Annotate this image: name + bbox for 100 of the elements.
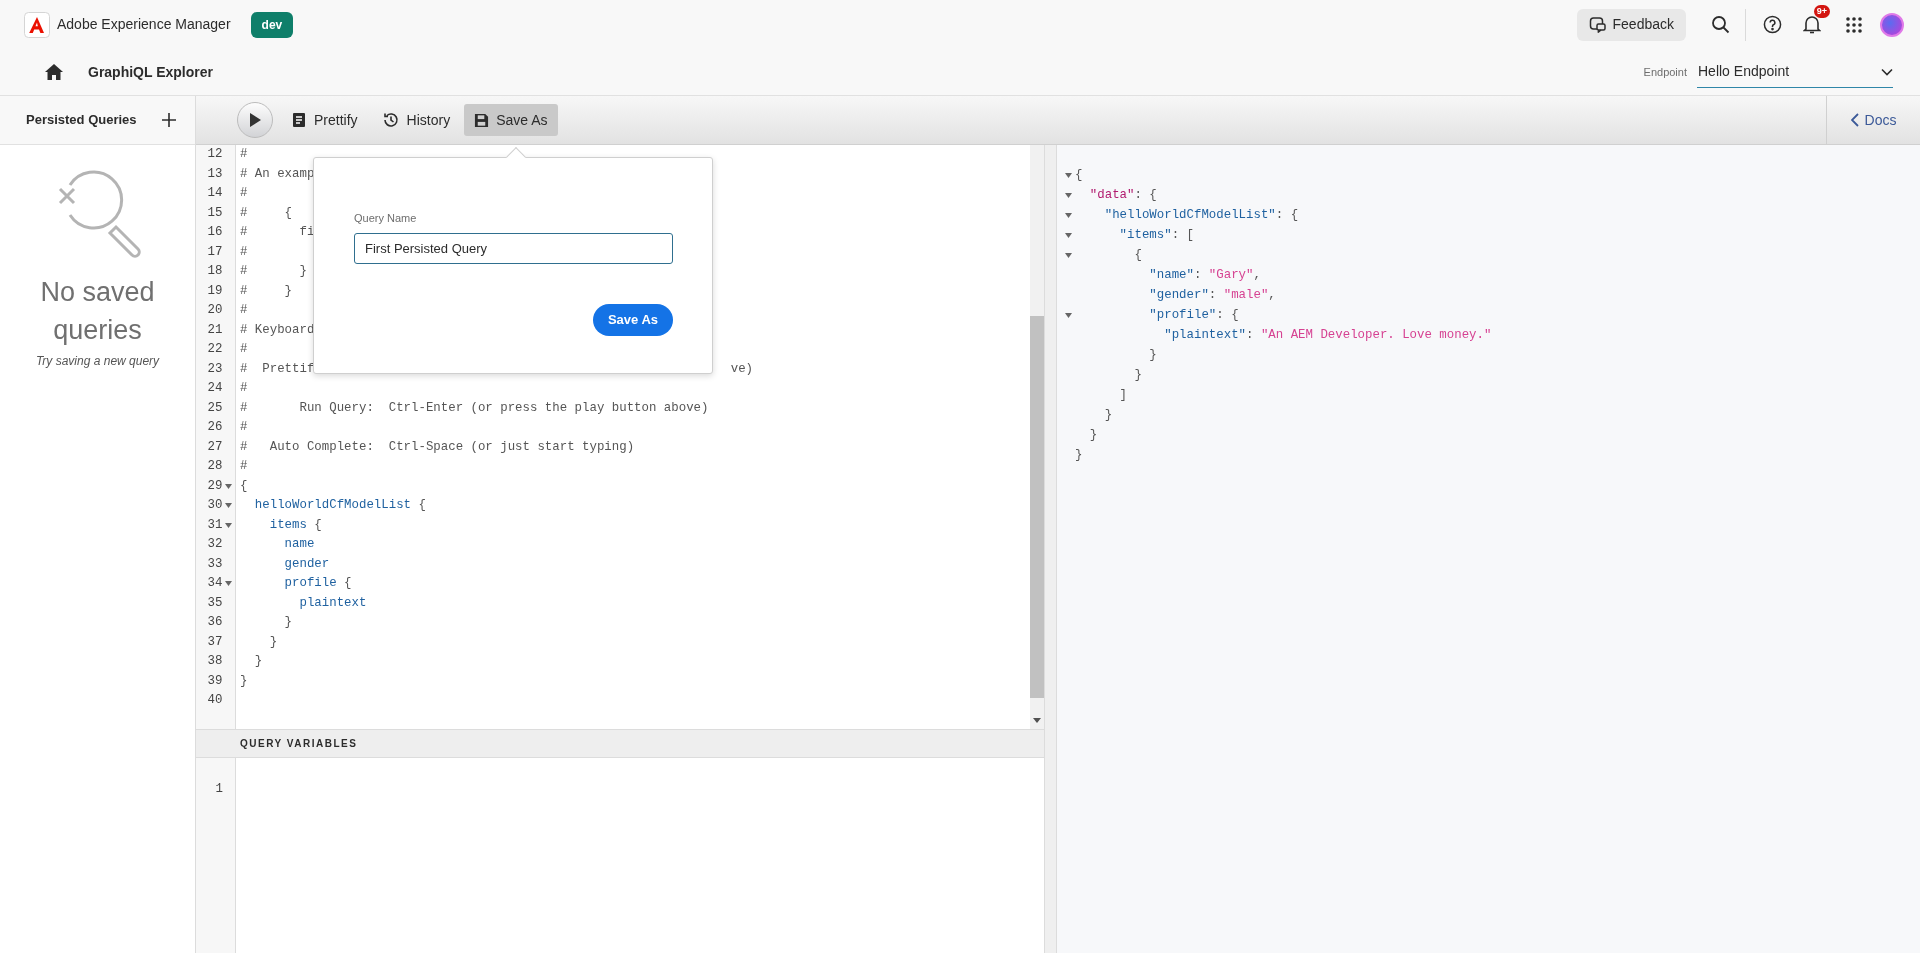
result-text: } bbox=[1075, 446, 1083, 464]
add-query-button[interactable] bbox=[159, 110, 179, 130]
line-number: 39 bbox=[206, 672, 223, 690]
result-text: "name" bbox=[1148, 266, 1194, 284]
app-logo-icon bbox=[24, 11, 50, 38]
code-text: { bbox=[417, 497, 426, 515]
line-number: 37 bbox=[206, 633, 223, 651]
variables-title: QUERY VARIABLES bbox=[240, 737, 358, 751]
line-number: 29 bbox=[206, 477, 223, 495]
save-icon bbox=[474, 112, 490, 128]
code-text: items bbox=[268, 516, 307, 534]
result-text: , bbox=[1253, 266, 1261, 284]
toolbar-button[interactable]: Prettify bbox=[281, 104, 368, 136]
code-text: # fi bbox=[240, 224, 315, 242]
code-text: helloWorldCfModelList bbox=[253, 497, 412, 515]
code-text: { bbox=[343, 575, 352, 593]
result-text: : bbox=[1194, 266, 1203, 284]
line-number: 27 bbox=[206, 438, 223, 456]
scrollbar[interactable] bbox=[1030, 145, 1044, 729]
code-text: # } bbox=[240, 263, 307, 281]
result-text: "Gary" bbox=[1208, 266, 1254, 284]
chevron-down-icon bbox=[1881, 67, 1893, 76]
line-number: 24 bbox=[206, 380, 223, 398]
line-number: 34 bbox=[206, 575, 223, 593]
fold-arrow-icon[interactable] bbox=[1064, 252, 1072, 258]
fold-arrow-icon[interactable] bbox=[1064, 232, 1072, 238]
chevron-left-icon bbox=[1850, 113, 1859, 127]
code-text: gender bbox=[283, 555, 330, 573]
line-number: 31 bbox=[206, 516, 223, 534]
line-number: 36 bbox=[206, 614, 223, 632]
toolbar-button[interactable]: Save As bbox=[464, 104, 558, 136]
endpoint-dropdown[interactable]: Hello Endpoint bbox=[1697, 56, 1893, 88]
toolbar-button[interactable]: History bbox=[371, 104, 461, 136]
code-text: # bbox=[240, 419, 248, 437]
line-number: 1 bbox=[214, 781, 223, 799]
line-number: 40 bbox=[206, 692, 223, 710]
save-as-button[interactable]: Save As bbox=[592, 303, 673, 336]
feedback-icon bbox=[1588, 15, 1607, 34]
line-number: 38 bbox=[206, 653, 223, 671]
code-text: # Keyboard bbox=[240, 321, 315, 339]
result-text: : { bbox=[1275, 206, 1299, 224]
result-text: : bbox=[1208, 286, 1218, 304]
line-number: 33 bbox=[206, 555, 223, 573]
result-text: "helloWorldCfModelList" bbox=[1103, 206, 1276, 224]
feedback-button[interactable]: Feedback bbox=[1576, 8, 1686, 41]
fold-arrow-icon[interactable] bbox=[225, 522, 233, 528]
result-text: , bbox=[1268, 286, 1276, 304]
result-text: "profile" bbox=[1148, 306, 1217, 324]
result-text: "items" bbox=[1118, 226, 1172, 244]
line-number: 35 bbox=[206, 594, 223, 612]
code-text: } bbox=[240, 672, 248, 690]
variables-editor[interactable]: 1 bbox=[196, 758, 1044, 953]
home-icon[interactable] bbox=[45, 64, 63, 80]
variables-header[interactable]: QUERY VARIABLES bbox=[196, 729, 1044, 758]
line-number: 25 bbox=[206, 399, 223, 417]
fold-arrow-icon[interactable] bbox=[225, 581, 233, 587]
fold-arrow-icon[interactable] bbox=[1064, 312, 1072, 318]
query-name-field[interactable]: First Persisted Query bbox=[354, 232, 673, 264]
code-text: ve) bbox=[730, 360, 754, 378]
line-number: 21 bbox=[206, 321, 223, 339]
line-number: 30 bbox=[206, 497, 223, 515]
code-text: # bbox=[240, 185, 248, 203]
code-text: # bbox=[240, 243, 248, 261]
code-text: # Prettif bbox=[240, 360, 315, 378]
code-text: # bbox=[240, 458, 248, 476]
code-text: { bbox=[240, 477, 248, 495]
docs-button[interactable]: Docs bbox=[1826, 96, 1920, 144]
result-text: : { bbox=[1134, 186, 1157, 204]
endpoint-label: Endpoint bbox=[1643, 64, 1687, 80]
code-text: # { bbox=[240, 204, 293, 222]
result-text: } bbox=[1088, 426, 1098, 444]
line-number: 14 bbox=[206, 185, 223, 203]
product-name: Adobe Experience Manager bbox=[57, 15, 231, 34]
run-query-button[interactable] bbox=[237, 102, 273, 138]
code-text: # Auto Complete: Ctrl-Space (or just start typing) bbox=[240, 438, 635, 456]
result-text: { bbox=[1075, 166, 1083, 184]
help-icon bbox=[1762, 15, 1782, 34]
fold-arrow-icon[interactable] bbox=[1064, 172, 1072, 178]
code-text: # bbox=[240, 341, 248, 359]
result-text: } bbox=[1103, 406, 1113, 424]
code-text: # } bbox=[240, 282, 293, 300]
result-text: "An AEM Developer. Love money." bbox=[1260, 326, 1492, 344]
result-text: : { bbox=[1216, 306, 1239, 324]
code-text: # bbox=[240, 380, 248, 398]
fold-arrow-icon[interactable] bbox=[1064, 192, 1072, 198]
bell-icon bbox=[1803, 15, 1821, 34]
fold-arrow-icon[interactable] bbox=[225, 483, 233, 489]
code-text: plaintext bbox=[298, 594, 367, 612]
code-text: } bbox=[268, 633, 278, 651]
line-number: 19 bbox=[206, 282, 223, 300]
fold-arrow-icon[interactable] bbox=[225, 503, 233, 509]
scroll-down-icon[interactable] bbox=[1033, 718, 1041, 723]
result-text: "gender" bbox=[1148, 286, 1209, 304]
result-text: ] bbox=[1118, 386, 1128, 404]
line-number: 18 bbox=[206, 263, 223, 281]
fold-arrow-icon[interactable] bbox=[1064, 212, 1072, 218]
user-avatar[interactable] bbox=[1880, 12, 1904, 37]
result-text: "plaintext" bbox=[1163, 326, 1247, 344]
result-text: { bbox=[1133, 246, 1142, 264]
line-number: 22 bbox=[206, 341, 223, 359]
